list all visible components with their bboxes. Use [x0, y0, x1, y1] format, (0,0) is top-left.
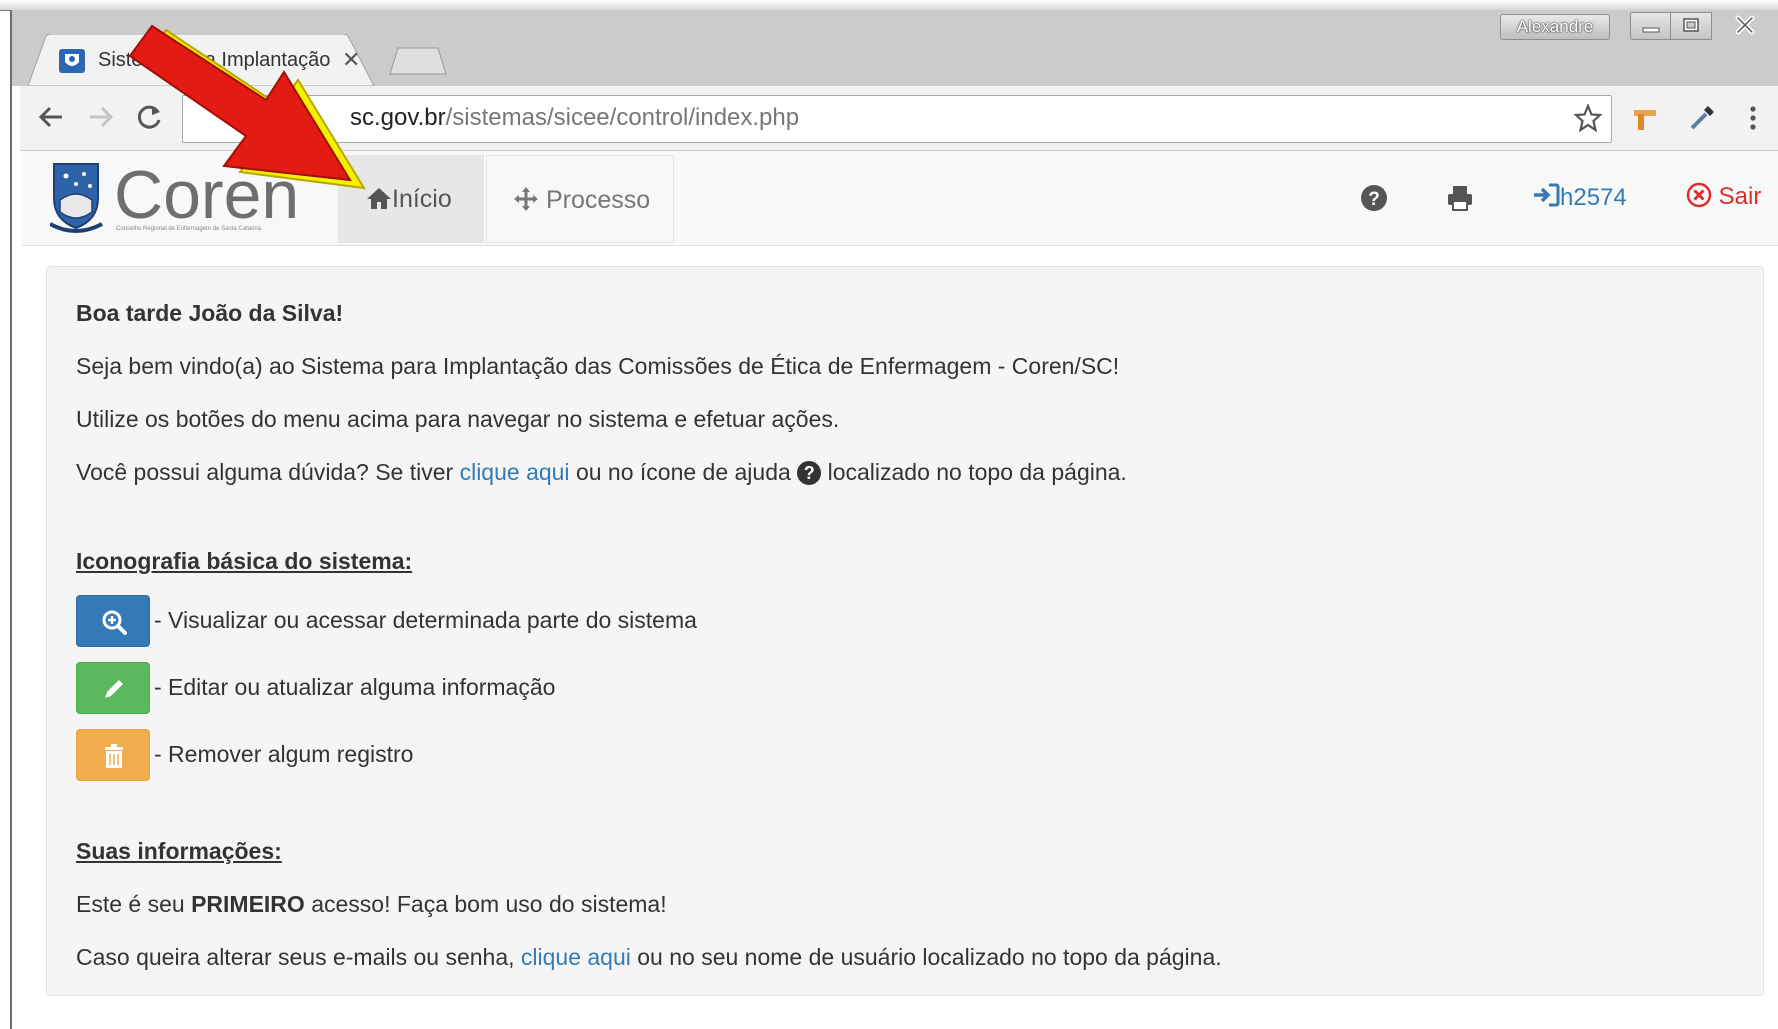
- account-link[interactable]: clique aqui: [521, 944, 631, 970]
- help-link[interactable]: clique aqui: [460, 459, 570, 485]
- annotation-arrow: [128, 24, 366, 190]
- nav-process[interactable]: Processo: [486, 155, 674, 243]
- question-post: localizado no topo da página.: [827, 459, 1127, 485]
- info-heading: Suas informações:: [76, 838, 282, 864]
- help-question: Você possui alguma dúvida? Se tiver cliq…: [76, 459, 1127, 486]
- favicon-icon: [59, 49, 85, 73]
- pencil-icon: [105, 680, 123, 698]
- logout-label: Sair: [1718, 183, 1762, 210]
- maximize-button[interactable]: [1670, 12, 1712, 40]
- change-post: ou no seu nome de usuário localizado no …: [637, 944, 1222, 970]
- remove-button-sample: [76, 729, 150, 781]
- minimize-button[interactable]: [1630, 12, 1672, 40]
- profile-button[interactable]: Alexandre: [1500, 14, 1610, 40]
- login-icon: [1534, 183, 1560, 207]
- username: h2574: [1560, 184, 1627, 211]
- user-menu[interactable]: h2574: [1532, 182, 1627, 212]
- url-text[interactable]: sc.gov.br/sistemas/sicee/control/index.p…: [350, 104, 799, 132]
- menu-icon[interactable]: [1746, 104, 1760, 132]
- star-icon[interactable]: [1574, 104, 1602, 132]
- view-button-sample: [76, 595, 150, 647]
- maximize-icon: [1683, 18, 1699, 32]
- nav-process-label: Processo: [545, 186, 651, 214]
- logout-button[interactable]: Sair: [1686, 182, 1761, 211]
- access-post: acesso! Faça bom uso do sistema!: [311, 891, 667, 917]
- extension-icon[interactable]: [1630, 104, 1660, 134]
- move-icon: [514, 187, 538, 211]
- edit-button-sample: [76, 662, 150, 714]
- forward-icon[interactable]: [86, 102, 116, 132]
- zoom-icon: [102, 610, 127, 635]
- question-pre: Você possui alguma dúvida? Se tiver: [76, 459, 454, 485]
- greeting: Boa tarde João da Silva!: [76, 300, 344, 326]
- eyedropper-icon[interactable]: [1686, 102, 1718, 134]
- remove-icon-desc: - Remover algum registro: [154, 741, 414, 767]
- access-bold: PRIMEIRO: [191, 891, 305, 917]
- help-icon[interactable]: ?: [1360, 184, 1388, 212]
- back-icon[interactable]: [36, 102, 66, 132]
- trash-icon: [105, 744, 123, 768]
- nav-home-label: Início: [392, 185, 452, 213]
- welcome-text: Seja bem vindo(a) ao Sistema para Implan…: [76, 353, 1120, 379]
- change-pre: Caso queira alterar seus e-mails ou senh…: [76, 944, 515, 970]
- question-mid: ou no ícone de ajuda: [575, 459, 791, 485]
- edit-icon-desc: - Editar ou atualizar alguma informação: [154, 674, 556, 700]
- iconography-heading: Iconografia básica do sistema:: [76, 548, 413, 574]
- logout-icon: [1686, 182, 1712, 208]
- access-pre: Este é seu: [76, 891, 185, 917]
- window-close-icon: [1735, 15, 1755, 35]
- first-access-text: Este é seu PRIMEIRO acesso! Faça bom uso…: [76, 891, 667, 918]
- view-icon-desc: - Visualizar ou acessar determinada part…: [154, 607, 697, 633]
- window-border: [10, 10, 12, 1029]
- url-path: /sistemas/sicee/control/index.php: [445, 104, 800, 131]
- screen: Alexandre Sistema para Implantação ✕ sc.…: [0, 0, 1778, 1029]
- change-account-text: Caso queira alterar seus e-mails ou senh…: [76, 944, 1222, 971]
- minimize-icon: [1642, 27, 1660, 33]
- print-icon[interactable]: [1446, 184, 1474, 212]
- svg-text:?: ?: [1368, 189, 1380, 210]
- instructions-text: Utilize os botões do menu acima para nav…: [76, 406, 840, 432]
- logo-subtext: Conselho Regional de Enfermagem de Santa…: [116, 226, 262, 232]
- help-inline-icon: ?: [797, 461, 822, 485]
- window-close-button[interactable]: [1712, 12, 1778, 38]
- new-tab-button[interactable]: [388, 46, 450, 76]
